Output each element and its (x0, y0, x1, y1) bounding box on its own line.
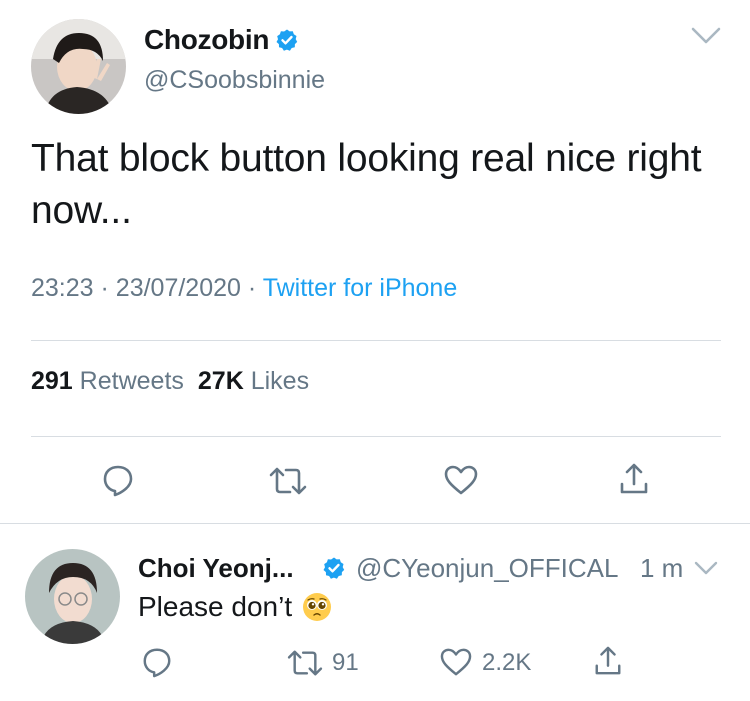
reply-text-content: Please don’t (138, 591, 293, 622)
tweet-time: 23:23 (31, 274, 94, 302)
tweet-source-link[interactable]: Twitter for iPhone (263, 274, 458, 302)
chevron-down-icon[interactable] (690, 26, 722, 46)
retweets-stat[interactable]: 291 Retweets (31, 367, 184, 395)
author-name-text: Chozobin (144, 24, 270, 55)
likes-label: Likes (250, 367, 310, 395)
divider (31, 340, 721, 341)
reply-icon[interactable] (141, 646, 173, 678)
retweets-count: 291 (31, 367, 73, 395)
retweet-icon[interactable] (286, 648, 324, 678)
reply-author-handle[interactable]: @CYeonjun_OFFICAL (356, 553, 618, 584)
divider (0, 523, 750, 524)
chevron-down-icon[interactable] (693, 560, 719, 576)
likes-stat[interactable]: 27K Likes (198, 367, 309, 395)
author-handle[interactable]: @CSoobsbinnie (144, 66, 325, 95)
heart-icon[interactable] (439, 647, 473, 677)
heart-icon[interactable] (443, 464, 479, 496)
share-icon[interactable] (618, 462, 650, 496)
reply-author-avatar[interactable] (25, 549, 120, 644)
reply-text: Please don’t (138, 591, 332, 623)
verified-badge-icon (322, 556, 346, 580)
retweets-label: Retweets (79, 367, 184, 395)
meta-separator: · (100, 274, 109, 302)
reply-time: 1 m (640, 553, 684, 583)
reply-like-count: 2.2K (482, 649, 532, 676)
share-icon[interactable] (593, 645, 623, 677)
tweet-date: 23/07/2020 (115, 274, 241, 302)
reply-retweet-count: 91 (332, 649, 359, 676)
author-name[interactable]: Chozobin (144, 24, 299, 56)
meta-separator: · (247, 274, 257, 302)
retweet-icon[interactable] (268, 465, 308, 497)
author-avatar[interactable] (31, 19, 126, 114)
reply-icon[interactable] (101, 463, 135, 497)
tweet-detail-page: Chozobin @CSoobsbinnie That block button… (0, 0, 750, 701)
tweet-stats: 291 Retweets 27K Likes (31, 367, 309, 396)
tweet-text: That block button looking real nice righ… (31, 137, 702, 232)
reply-author-name[interactable]: Choi Yeonj... (138, 553, 294, 584)
divider (31, 436, 721, 437)
pleading-face-emoji (302, 592, 332, 622)
likes-count: 27K (197, 367, 244, 395)
tweet-meta: 23:23 · 23/07/2020 · Twitter for iPhone (31, 274, 457, 303)
verified-badge-icon (275, 28, 299, 52)
